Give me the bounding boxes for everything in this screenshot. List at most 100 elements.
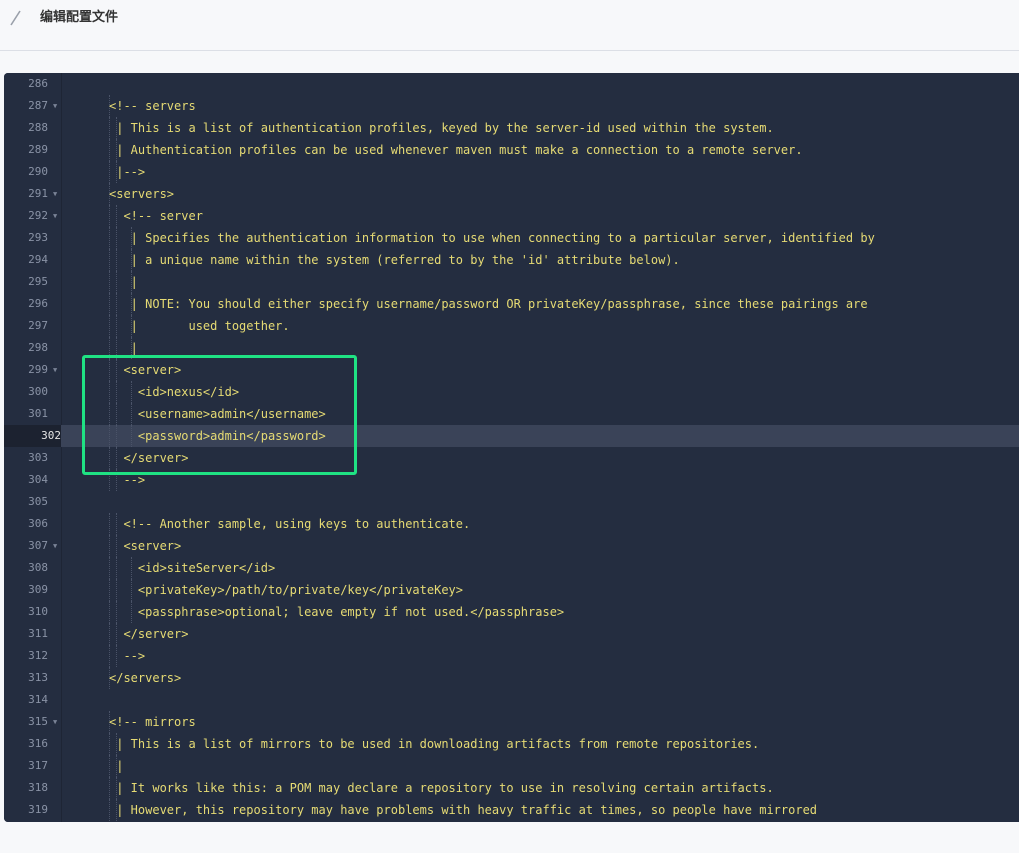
code-line[interactable]: 317 |	[4, 755, 1019, 777]
code-editor[interactable]: 286 287 ▼ <!-- servers 288 | This is a list …	[4, 73, 1019, 822]
line-number: 311	[28, 627, 48, 640]
line-number: 290	[28, 165, 48, 178]
code-line[interactable]: 296 | NOTE: You should either specify us…	[4, 293, 1019, 315]
fold-arrow-icon[interactable]: ▼	[53, 205, 57, 227]
line-number: 318	[28, 781, 48, 794]
code-line[interactable]: 286	[4, 73, 1019, 95]
code-text: <id>siteServer</id>	[109, 561, 276, 575]
line-number: 317	[28, 759, 48, 772]
code-text: <!-- servers	[109, 99, 196, 113]
code-text: </server>	[109, 627, 189, 641]
code-line[interactable]: 299 ▼ <server>	[4, 359, 1019, 381]
code-text: | Authentication profiles can be used wh…	[109, 143, 803, 157]
code-text: </servers>	[109, 671, 182, 685]
code-line[interactable]: 307 ▼ <server>	[4, 535, 1019, 557]
code-line[interactable]: 297 | used together.	[4, 315, 1019, 337]
code-text: | a unique name within the system (refer…	[109, 253, 680, 267]
line-number: 315	[28, 715, 48, 728]
page-title: 编辑配置文件	[40, 10, 119, 25]
line-number: 309	[28, 583, 48, 596]
code-line[interactable]: 309 <privateKey>/path/to/private/key</pr…	[4, 579, 1019, 601]
code-text: | This is a list of authentication profi…	[109, 121, 774, 135]
code-line[interactable]: 319 | However, this repository may have …	[4, 799, 1019, 821]
line-number: 300	[28, 385, 48, 398]
line-number: 296	[28, 297, 48, 310]
code-lines[interactable]: 286 287 ▼ <!-- servers 288 | This is a list …	[4, 73, 1019, 821]
code-line[interactable]: 303 </server>	[4, 447, 1019, 469]
line-number: 291	[28, 187, 48, 200]
code-line[interactable]: 288 | This is a list of authentication p…	[4, 117, 1019, 139]
code-line[interactable]: 314	[4, 689, 1019, 711]
code-line[interactable]: 304 -->	[4, 469, 1019, 491]
code-line[interactable]: 310 <passphrase>optional; leave empty if…	[4, 601, 1019, 623]
code-line[interactable]: 294 | a unique name within the system (r…	[4, 249, 1019, 271]
code-text: | Specifies the authentication informati…	[109, 231, 875, 245]
fold-arrow-icon[interactable]: ▼	[53, 535, 57, 557]
code-line[interactable]: 292 ▼ <!-- server	[4, 205, 1019, 227]
code-line[interactable]: 301 <username>admin</username>	[4, 403, 1019, 425]
line-number: 307	[28, 539, 48, 552]
code-line[interactable]: 291 ▼ <servers>	[4, 183, 1019, 205]
code-line[interactable]: 300 <id>nexus</id>	[4, 381, 1019, 403]
line-number: 302	[4, 425, 61, 447]
line-number: 312	[28, 649, 48, 662]
line-number: 308	[28, 561, 48, 574]
code-text: <servers>	[109, 187, 175, 201]
code-line[interactable]: 306 <!-- Another sample, using keys to a…	[4, 513, 1019, 535]
fold-arrow-icon[interactable]: ▼	[53, 359, 57, 381]
code-text: -->	[109, 649, 146, 663]
line-number: 301	[28, 407, 48, 420]
code-text: |-->	[109, 165, 146, 179]
code-line[interactable]: 298 |	[4, 337, 1019, 359]
fold-arrow-icon[interactable]: ▼	[53, 183, 57, 205]
code-text: <privateKey>/path/to/private/key</privat…	[109, 583, 464, 597]
line-number: 313	[28, 671, 48, 684]
fold-arrow-icon[interactable]: ▼	[53, 95, 57, 117]
code-text: |	[109, 275, 138, 289]
code-line[interactable]: 313 </servers>	[4, 667, 1019, 689]
line-number: 298	[28, 341, 48, 354]
line-number: 287	[28, 99, 48, 112]
line-number: 286	[28, 77, 48, 90]
code-line[interactable]: 312 -->	[4, 645, 1019, 667]
line-number: 305	[28, 495, 48, 508]
code-text: <!-- mirrors	[109, 715, 196, 729]
code-text: | NOTE: You should either specify userna…	[109, 297, 868, 311]
line-number: 297	[28, 319, 48, 332]
code-text: <!-- Another sample, using keys to authe…	[109, 517, 471, 531]
code-line[interactable]: 318 | It works like this: a POM may decl…	[4, 777, 1019, 799]
line-number: 289	[28, 143, 48, 156]
line-number: 310	[28, 605, 48, 618]
line-number: 319	[28, 803, 48, 816]
code-text: <!-- server	[109, 209, 203, 223]
line-number: 306	[28, 517, 48, 530]
code-line[interactable]: 316 | This is a list of mirrors to be us…	[4, 733, 1019, 755]
code-text: |	[109, 759, 124, 773]
code-text: -->	[109, 473, 146, 487]
code-line[interactable]: 311 </server>	[4, 623, 1019, 645]
code-line[interactable]: 289 | Authentication profiles can be use…	[4, 139, 1019, 161]
code-line[interactable]: 308 <id>siteServer</id>	[4, 557, 1019, 579]
code-line[interactable]: 315 ▼ <!-- mirrors	[4, 711, 1019, 733]
code-line[interactable]: 295 |	[4, 271, 1019, 293]
line-number: 292	[28, 209, 48, 222]
line-number: 295	[28, 275, 48, 288]
code-text: </server>	[109, 451, 189, 465]
line-number: 314	[28, 693, 48, 706]
page-header: 编辑配置文件	[0, 0, 1019, 51]
line-number: 293	[28, 231, 48, 244]
code-line[interactable]: 290 |-->	[4, 161, 1019, 183]
code-line[interactable]: 287 ▼ <!-- servers	[4, 95, 1019, 117]
code-text: <server>	[109, 539, 182, 553]
code-text: | However, this repository may have prob…	[109, 803, 818, 817]
code-text: | It works like this: a POM may declare …	[109, 781, 774, 795]
code-text: |	[109, 341, 138, 355]
line-number: 316	[28, 737, 48, 750]
code-line[interactable]: 305	[4, 491, 1019, 513]
fold-arrow-icon[interactable]: ▼	[53, 711, 57, 733]
code-line[interactable]: 302 <password>admin</password>	[4, 425, 1019, 447]
code-text: | used together.	[109, 319, 290, 333]
code-line[interactable]: 293 | Specifies the authentication infor…	[4, 227, 1019, 249]
line-number: 294	[28, 253, 48, 266]
code-text: <username>admin</username>	[109, 407, 326, 421]
